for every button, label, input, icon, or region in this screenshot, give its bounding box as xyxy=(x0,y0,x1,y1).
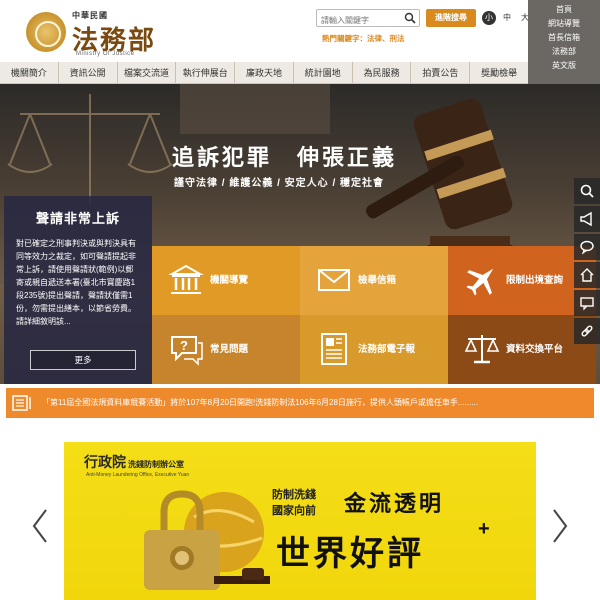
nav-item-reporting[interactable]: 獎勵檢舉 xyxy=(470,62,528,83)
airplane-icon xyxy=(466,268,494,296)
hero-subtitle: 謹守法律 / 維護公義 / 安定人心 / 穩定社會 xyxy=(174,178,385,189)
side-comment-button[interactable] xyxy=(574,290,600,316)
side-announce-button[interactable] xyxy=(574,206,600,232)
hot-keywords[interactable]: 熱門關鍵字：法律、刑法 xyxy=(322,33,405,44)
megaphone-icon xyxy=(580,211,592,227)
marquee-text[interactable]: 「第11屆全國法規資料庫競賽活動」將於107年8月20日開跑!洗錢防制法106年… xyxy=(42,388,590,418)
carousel-next-icon[interactable] xyxy=(550,508,570,544)
nav-item-statistics[interactable]: 統計園地 xyxy=(294,62,353,83)
side-link-button[interactable] xyxy=(574,318,600,344)
side-toolbar xyxy=(574,178,600,346)
tile-label: 資料交換平台 xyxy=(506,344,564,355)
logo-english: Ministry Of Justice xyxy=(76,51,135,57)
hero-banner: 追訴犯罪 伸張正義 謹守法律 / 維護公義 / 安定人心 / 穩定社會 聲請非常… xyxy=(0,84,600,384)
advanced-search-button[interactable]: 進階搜尋 xyxy=(426,9,476,27)
tile-faq[interactable]: ? 常見問題 xyxy=(152,315,300,384)
quick-links: 機關導覽 檢舉信箱 限制出境查詢 ? 常見問題 法務部電子報 資料交換平台 xyxy=(152,234,600,384)
tile-label: 機關導覽 xyxy=(210,275,249,286)
tile-label: 檢舉信箱 xyxy=(358,275,397,286)
link-sitemap[interactable]: 網站導覽 xyxy=(528,17,600,31)
carousel-prev-icon[interactable] xyxy=(30,508,50,544)
search-box xyxy=(316,9,420,29)
search-input[interactable] xyxy=(317,12,401,29)
nav-item-auctions[interactable]: 拍賣公告 xyxy=(411,62,471,83)
link-ministry[interactable]: 法務部 xyxy=(528,45,600,59)
site-header: 中華民國 法務部 Ministry Of Justice 進階搜尋 熱門關鍵字：… xyxy=(0,0,600,62)
nav-item-info[interactable]: 資訊公開 xyxy=(59,62,118,83)
envelope-icon xyxy=(318,269,350,291)
banner-org-unit: 洗錢防制辦公室 xyxy=(128,459,184,469)
comment-icon xyxy=(580,297,594,311)
padlock-globe-illustration xyxy=(144,490,270,590)
banner-title2: 世界好評 xyxy=(276,535,424,573)
font-size-small[interactable]: 小 xyxy=(482,11,496,25)
nav-item-archives[interactable]: 檔案交流道 xyxy=(118,62,177,83)
search-icon xyxy=(580,184,594,198)
news-icon xyxy=(12,395,31,411)
chat-icon xyxy=(580,240,594,255)
more-button[interactable]: 更多 xyxy=(30,350,136,370)
banner-org: 行政院 洗錢防制辦公室 xyxy=(84,452,184,472)
tile-report-mailbox[interactable]: 檢舉信箱 xyxy=(300,246,448,315)
tile-agency-guide[interactable]: 機關導覽 xyxy=(152,246,300,315)
link-english[interactable]: 英文版 xyxy=(528,59,600,73)
main-nav: 機關簡介 資訊公開 檔案交流道 執行伸展台 廉政天地 統計園地 為民服務 拍賣公… xyxy=(0,62,528,84)
notice-panel: 聲請非常上訴 對已確定之刑事判決或與判決具有同等效力之裁定，如可聲請提起非常上訴… xyxy=(4,196,152,384)
building-icon xyxy=(168,264,204,294)
question-bubble-icon: ? xyxy=(171,336,203,366)
font-size-switcher: 小 中 大 xyxy=(482,11,532,25)
nav-item-integrity[interactable]: 廉政天地 xyxy=(235,62,294,83)
scales-icon xyxy=(464,335,500,364)
side-search-button[interactable] xyxy=(574,178,600,204)
banner-line1: 防制洗錢 xyxy=(272,489,316,501)
seal-icon xyxy=(26,12,66,52)
home-icon xyxy=(580,268,594,282)
nav-item-about[interactable]: 機關簡介 xyxy=(0,62,59,83)
hero-slogan: 追訴犯罪 伸張正義 xyxy=(172,145,398,170)
nav-item-enforcement[interactable]: 執行伸展台 xyxy=(176,62,236,83)
nav-item-services[interactable]: 為民服務 xyxy=(353,62,412,83)
top-right-links: 首頁 網站導覽 首長信箱 法務部 英文版 xyxy=(528,0,600,84)
banner-title1: 金流透明 xyxy=(344,491,445,516)
newspaper-icon xyxy=(321,333,347,365)
tile-label: 常見問題 xyxy=(210,344,249,355)
side-home-button[interactable] xyxy=(574,262,600,288)
svg-text:?: ? xyxy=(180,338,188,353)
link-home[interactable]: 首頁 xyxy=(528,3,600,17)
banner-org-name: 行政院 xyxy=(84,455,126,471)
notice-body: 對已確定之刑事判決或與判決具有同等效力之裁定，如可聲請提起非常上訴，請使用聲請狀… xyxy=(16,239,136,326)
notice-title: 聲請非常上訴 xyxy=(35,211,120,226)
ministry-logo[interactable]: 中華民國 法務部 Ministry Of Justice xyxy=(26,8,166,58)
banner-plus: + xyxy=(478,518,490,540)
link-icon xyxy=(581,325,593,337)
carousel-banner[interactable]: 行政院 洗錢防制辦公室 Anti-Money Laundering Office,… xyxy=(64,442,536,600)
side-chat-button[interactable] xyxy=(574,234,600,260)
font-size-medium[interactable]: 中 xyxy=(500,11,514,25)
search-icon[interactable] xyxy=(404,12,416,24)
banner-line2: 國家向前 xyxy=(272,505,316,517)
news-marquee[interactable]: 「第11屆全國法規資料庫競賽活動」將於107年8月20日開跑!洗錢防制法106年… xyxy=(6,388,594,418)
tile-label: 法務部電子報 xyxy=(358,344,416,355)
link-minister-mailbox[interactable]: 首長信箱 xyxy=(528,31,600,45)
tile-label: 限制出境查詢 xyxy=(506,275,564,286)
tile-e-newsletter[interactable]: 法務部電子報 xyxy=(300,315,448,384)
